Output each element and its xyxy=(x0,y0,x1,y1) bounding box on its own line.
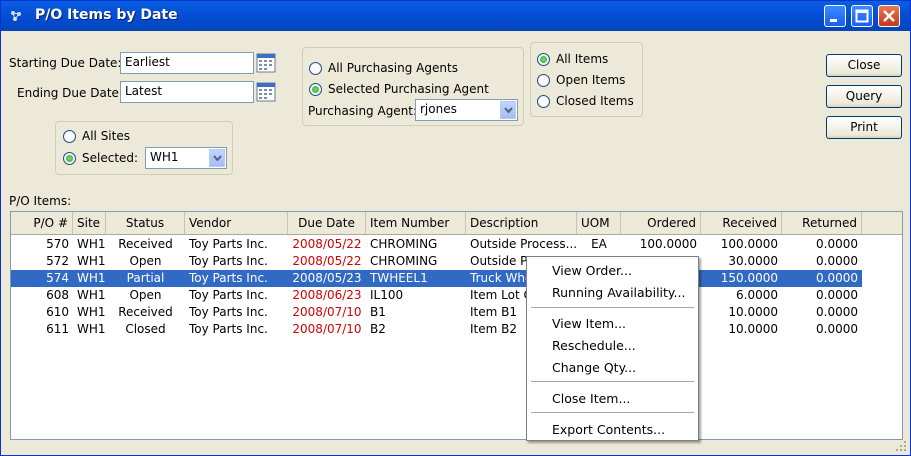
resize-grip-icon[interactable] xyxy=(895,440,907,452)
purchasing-agent-select[interactable]: rjones xyxy=(415,99,518,121)
menu-item-view-order[interactable]: View Order... xyxy=(552,263,632,278)
open-items-radio[interactable]: Open Items xyxy=(537,72,625,88)
selected-purchasing-agent-radio[interactable]: Selected Purchasing Agent xyxy=(309,81,489,97)
radio-icon xyxy=(63,129,76,143)
menu-item-reschedule[interactable]: Reschedule... xyxy=(552,338,636,353)
site-select[interactable]: WH1 xyxy=(145,147,227,169)
menu-item-export-contents[interactable]: Export Contents... xyxy=(552,422,665,437)
close-window-button[interactable] xyxy=(878,5,900,27)
table-row[interactable]: 570 WH1 Received Toy Parts Inc. 2008/05/… xyxy=(11,236,862,253)
all-sites-radio[interactable]: All Sites xyxy=(63,128,130,144)
radio-icon xyxy=(309,61,322,75)
starting-due-date-input[interactable]: Earliest xyxy=(120,52,254,74)
close-button[interactable]: Close xyxy=(826,54,902,77)
column-header-description[interactable]: Description xyxy=(466,212,577,234)
window-title: P/O Items by Date xyxy=(35,7,178,23)
po-items-label: P/O Items: xyxy=(9,194,72,208)
chevron-down-icon xyxy=(500,101,516,119)
menu-item-running-availability[interactable]: Running Availability... xyxy=(552,285,685,300)
all-items-radio[interactable]: All Items xyxy=(537,51,608,67)
po-items-by-date-window: P/O Items by Date Starting Due Date: Ear… xyxy=(0,0,911,456)
column-header-uom[interactable]: UOM xyxy=(577,212,621,234)
table-row-selected[interactable]: 574 WH1 Partial Toy Parts Inc. 2008/05/2… xyxy=(11,270,862,287)
closed-items-radio[interactable]: Closed Items xyxy=(537,93,634,109)
column-header-due-date[interactable]: Due Date xyxy=(288,212,366,234)
minimize-icon xyxy=(830,19,837,22)
purchasing-agent-label: Purchasing Agent: xyxy=(308,104,418,118)
context-menu: View Order... Running Availability... Vi… xyxy=(526,256,699,441)
menu-separator xyxy=(531,412,694,413)
radio-icon xyxy=(537,94,550,108)
menu-item-close-item[interactable]: Close Item... xyxy=(552,391,630,406)
title-bar[interactable]: P/O Items by Date xyxy=(1,1,910,31)
table-header: P/O # Site Status Vendor Due Date Item N… xyxy=(11,212,902,235)
all-purchasing-agents-radio[interactable]: All Purchasing Agents xyxy=(309,60,458,76)
table-row[interactable]: 610 WH1 Received Toy Parts Inc. 2008/07/… xyxy=(11,304,862,321)
radio-selected-icon xyxy=(309,82,322,96)
radio-selected-icon xyxy=(63,151,76,165)
ending-due-date-input[interactable]: Latest xyxy=(120,81,254,103)
close-icon xyxy=(883,10,895,22)
calendar-icon[interactable] xyxy=(256,82,276,102)
radio-selected-icon xyxy=(537,52,550,66)
menu-separator xyxy=(531,307,694,308)
column-header-ordered[interactable]: Ordered xyxy=(621,212,701,234)
column-header-received[interactable]: Received xyxy=(701,212,782,234)
column-header-site[interactable]: Site xyxy=(73,212,106,234)
maximize-icon xyxy=(855,9,869,23)
minimize-button[interactable] xyxy=(824,5,846,27)
selected-site-radio[interactable]: Selected: xyxy=(63,150,138,166)
print-button[interactable]: Print xyxy=(826,116,902,139)
menu-item-view-item[interactable]: View Item... xyxy=(552,316,626,331)
app-icon xyxy=(9,9,23,23)
table-row[interactable]: 611 WH1 Closed Toy Parts Inc. 2008/07/10… xyxy=(11,321,862,338)
table-row[interactable]: 572 WH1 Open Toy Parts Inc. 2008/05/22 C… xyxy=(11,253,862,270)
ending-due-date-label: Ending Due Date: xyxy=(17,86,123,100)
column-header-vendor[interactable]: Vendor xyxy=(185,212,288,234)
maximize-button[interactable] xyxy=(851,5,873,27)
po-items-table[interactable]: P/O # Site Status Vendor Due Date Item N… xyxy=(10,211,903,440)
column-header-item-number[interactable]: Item Number xyxy=(366,212,466,234)
radio-icon xyxy=(537,73,550,87)
table-row[interactable]: 608 WH1 Open Toy Parts Inc. 2008/06/23 I… xyxy=(11,287,862,304)
column-header-returned[interactable]: Returned xyxy=(782,212,862,234)
starting-due-date-label: Starting Due Date: xyxy=(9,56,122,70)
chevron-down-icon xyxy=(209,149,225,167)
column-header-status[interactable]: Status xyxy=(106,212,185,234)
menu-separator xyxy=(531,381,694,382)
query-button[interactable]: Query xyxy=(826,85,902,108)
column-header-po-number[interactable]: P/O # xyxy=(11,212,73,234)
menu-item-change-qty[interactable]: Change Qty... xyxy=(552,360,636,375)
calendar-icon[interactable] xyxy=(256,53,276,73)
